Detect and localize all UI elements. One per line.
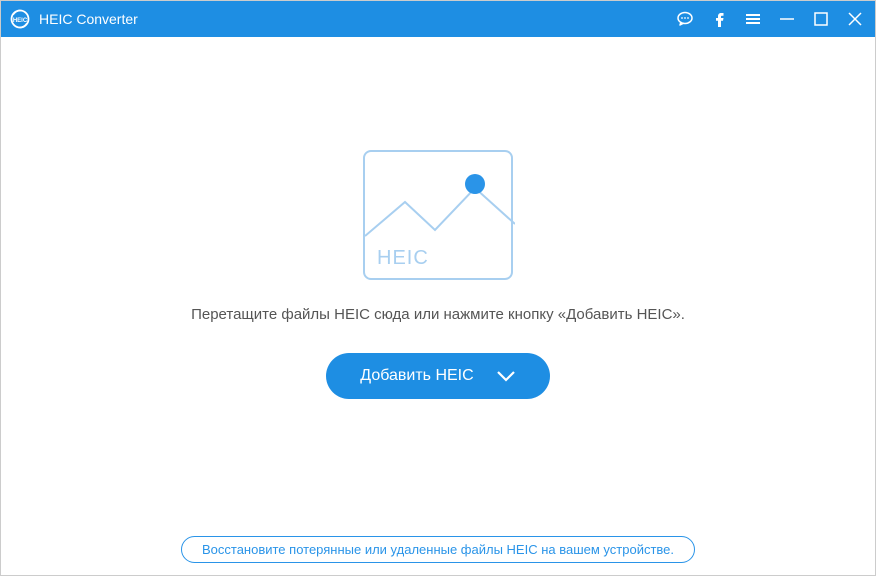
- heic-placeholder-label: HEIC: [377, 247, 429, 270]
- app-logo-icon: HEIC: [9, 8, 31, 30]
- titlebar-right: [675, 9, 865, 29]
- heic-dot-icon: [465, 174, 485, 194]
- drop-area[interactable]: HEIC Перетащите файлы HEIC сюда или нажм…: [191, 150, 685, 399]
- drop-instruction-text: Перетащите файлы HEIC сюда или нажмите к…: [191, 306, 685, 323]
- menu-icon[interactable]: [743, 9, 763, 29]
- main-content: HEIC Перетащите файлы HEIC сюда или нажм…: [1, 37, 875, 531]
- add-heic-button[interactable]: Добавить HEIC: [326, 353, 549, 399]
- titlebar-left: HEIC HEIC Converter: [9, 8, 138, 30]
- app-window: HEIC HEIC Converter: [0, 0, 876, 576]
- close-icon[interactable]: [845, 9, 865, 29]
- add-button-label: Добавить HEIC: [360, 367, 473, 385]
- recovery-link[interactable]: Восстановите потерянные или удаленные фа…: [181, 536, 695, 563]
- heic-placeholder-icon: HEIC: [363, 150, 513, 280]
- app-title: HEIC Converter: [39, 11, 138, 27]
- chevron-down-icon: [496, 369, 516, 383]
- minimize-icon[interactable]: [777, 9, 797, 29]
- footer: Восстановите потерянные или удаленные фа…: [1, 531, 875, 575]
- feedback-icon[interactable]: [675, 9, 695, 29]
- titlebar: HEIC HEIC Converter: [1, 1, 875, 37]
- maximize-icon[interactable]: [811, 9, 831, 29]
- facebook-icon[interactable]: [709, 9, 729, 29]
- svg-text:HEIC: HEIC: [13, 18, 28, 24]
